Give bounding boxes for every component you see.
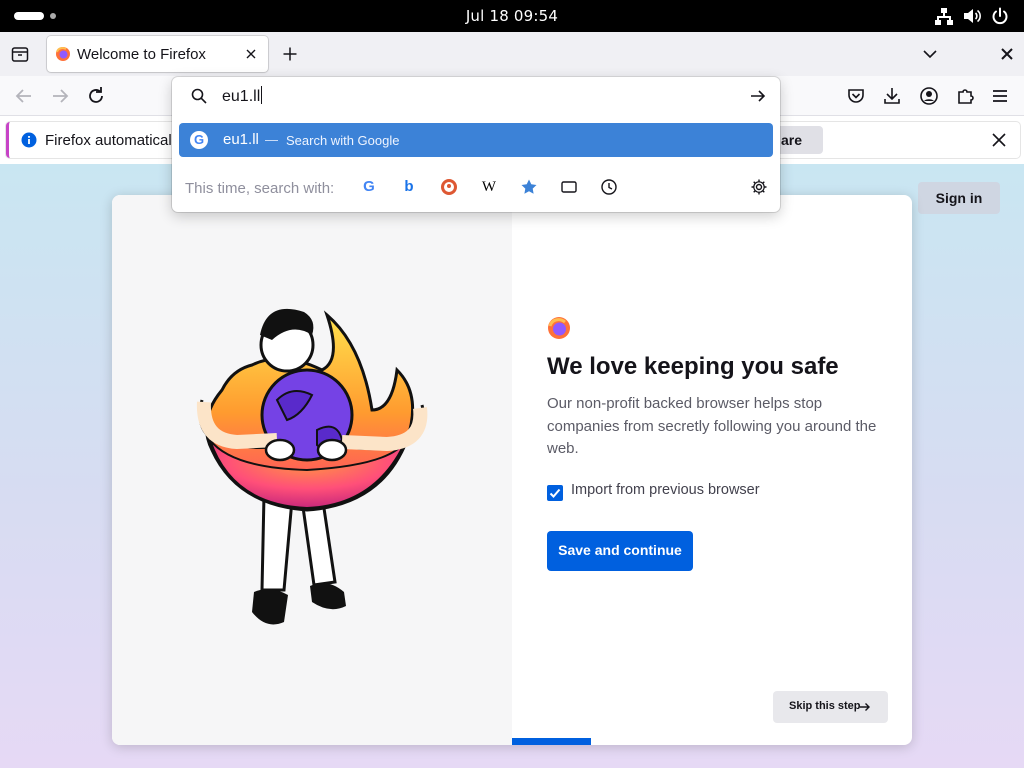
save-and-continue-button[interactable]: Save and continue <box>547 531 693 571</box>
notification-close-icon[interactable] <box>991 132 1007 148</box>
address-bar-dropdown: eu1.ll G eu1.ll — Search with Google Thi… <box>172 77 780 212</box>
google-engine-letter: G <box>363 178 375 195</box>
sign-in-button[interactable]: Sign in <box>918 182 1000 214</box>
bing-engine-letter: b <box>404 178 414 195</box>
bookmarks-icon[interactable] <box>520 178 538 196</box>
page-title: We love keeping you safe <box>547 353 839 380</box>
info-icon <box>21 132 37 148</box>
illustration-panel <box>112 195 512 745</box>
arrow-right-icon <box>860 703 870 711</box>
import-checkbox[interactable] <box>547 485 563 501</box>
app-menu-icon[interactable] <box>988 84 1012 108</box>
address-input-value: eu1.ll <box>222 88 261 105</box>
onboarding-progress-indicator <box>512 738 591 745</box>
downloads-icon[interactable] <box>880 84 904 108</box>
history-icon[interactable] <box>600 178 618 196</box>
search-icon <box>191 88 207 104</box>
firefox-view-icon[interactable] <box>10 44 30 64</box>
network-icon[interactable] <box>934 6 954 26</box>
google-icon[interactable]: G <box>360 178 378 196</box>
wikipedia-icon[interactable]: W <box>480 178 498 196</box>
import-checkbox-label[interactable]: Import from previous browser <box>571 482 760 498</box>
firefox-logo-icon <box>548 317 570 339</box>
skip-step-button[interactable]: Skip this step <box>773 691 888 723</box>
new-tab-icon[interactable] <box>280 44 300 64</box>
extensions-icon[interactable] <box>953 84 977 108</box>
search-settings-gear-icon[interactable] <box>750 178 768 196</box>
list-tabs-chevron-down-icon[interactable] <box>920 44 940 64</box>
window-close-icon[interactable] <box>998 45 1016 63</box>
volume-icon[interactable] <box>962 6 982 26</box>
google-letter: G <box>194 132 205 147</box>
bing-icon[interactable]: b <box>400 178 418 196</box>
suggestion-separator: — <box>265 132 278 147</box>
notification-text: Firefox automatical <box>45 132 172 149</box>
onboarding-card <box>112 195 912 745</box>
firefox-favicon-icon <box>56 47 70 61</box>
system-clock[interactable]: Jul 18 09:54 <box>0 7 1024 25</box>
suggestion-action: Search with Google <box>286 133 400 148</box>
page-description: Our non-profit backed browser helps stop… <box>547 395 877 457</box>
go-arrow-icon[interactable] <box>749 87 767 105</box>
pocket-icon[interactable] <box>844 84 868 108</box>
back-arrow-icon[interactable] <box>12 84 36 108</box>
skip-step-label: Skip this step <box>789 700 861 712</box>
wikipedia-engine-letter: W <box>481 179 497 195</box>
duckduckgo-icon[interactable] <box>440 178 458 196</box>
search-suggestion-row[interactable]: G eu1.ll — Search with Google <box>179 123 773 157</box>
power-icon[interactable] <box>990 6 1010 26</box>
forward-arrow-icon[interactable] <box>48 84 72 108</box>
google-icon: G <box>190 131 208 149</box>
tab-welcome-to-firefox[interactable]: Welcome to Firefox <box>47 36 268 72</box>
tab-close-icon[interactable] <box>242 45 260 63</box>
search-with-label: This time, search with: <box>185 180 335 197</box>
checkmark-icon <box>549 488 561 498</box>
text-caret <box>261 86 263 104</box>
reload-icon[interactable] <box>84 84 108 108</box>
account-icon[interactable] <box>917 84 941 108</box>
person-hugging-globe-illustration <box>196 308 428 625</box>
suggestion-text: eu1.ll <box>223 131 259 148</box>
tab-title: Welcome to Firefox <box>77 46 206 63</box>
address-input[interactable]: eu1.ll <box>222 86 263 106</box>
system-top-bar: Jul 18 09:54 <box>0 0 1024 32</box>
tabs-icon[interactable] <box>560 178 578 196</box>
